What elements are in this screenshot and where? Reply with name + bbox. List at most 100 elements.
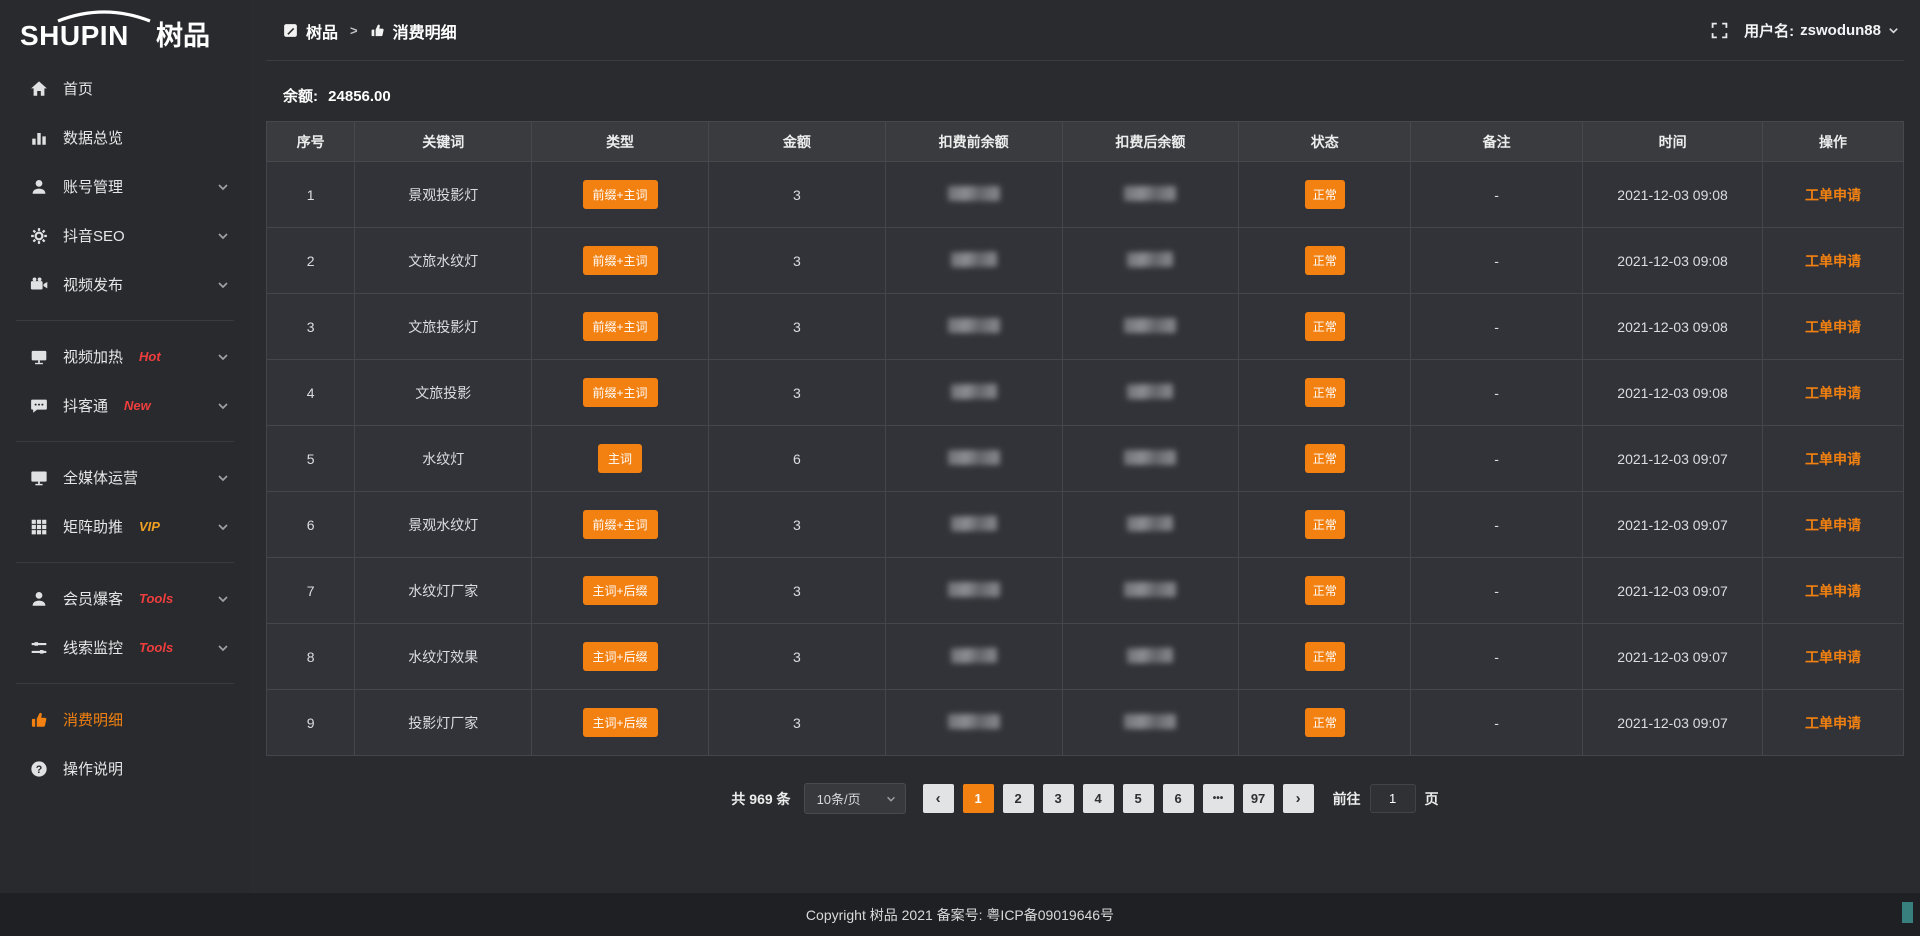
fullscreen-icon[interactable]: [1711, 22, 1728, 39]
type-cell: 主词+后缀: [532, 624, 709, 690]
page-button[interactable]: 3: [1043, 784, 1074, 813]
sidebar-item-label: 全媒体运营: [63, 467, 138, 488]
breadcrumb-app-icon: [283, 23, 298, 38]
sidebar-item[interactable]: 线索监控Tools: [0, 623, 250, 672]
prev-page-button[interactable]: ‹: [923, 784, 954, 813]
amount-cell: 3: [708, 492, 885, 558]
sidebar-item[interactable]: 数据总览: [0, 113, 250, 162]
type-badge: 主词+后缀: [583, 576, 658, 605]
work-order-link[interactable]: 工单申请: [1805, 253, 1861, 269]
remark-cell: -: [1411, 294, 1583, 360]
sidebar-item-label: 会员爆客: [63, 588, 123, 609]
goto-page: 前往 页: [1333, 784, 1439, 813]
sidebar-item[interactable]: 会员爆客Tools: [0, 574, 250, 623]
seq-cell: 4: [267, 360, 355, 426]
page-button[interactable]: 5: [1123, 784, 1154, 813]
balance-after-cell: [1062, 360, 1239, 426]
sidebar-item[interactable]: 消费明细: [0, 695, 250, 744]
action-cell: 工单申请: [1763, 228, 1904, 294]
work-order-link[interactable]: 工单申请: [1805, 517, 1861, 533]
keyword-cell: 水纹灯: [355, 426, 532, 492]
keyword-cell: 文旅水纹灯: [355, 228, 532, 294]
balance-before-cell: [885, 294, 1062, 360]
type-badge: 主词+后缀: [583, 708, 658, 737]
keyword-cell: 水纹灯厂家: [355, 558, 532, 624]
sidebar-item[interactable]: 全媒体运营: [0, 453, 250, 502]
balance-before-cell: [885, 162, 1062, 228]
action-cell: 工单申请: [1763, 426, 1904, 492]
masked-balance-before: [950, 515, 996, 531]
action-cell: 工单申请: [1763, 492, 1904, 558]
masked-balance-after: [1124, 582, 1176, 597]
status-badge: 正常: [1305, 312, 1345, 341]
work-order-link[interactable]: 工单申请: [1805, 583, 1861, 599]
work-order-link[interactable]: 工单申请: [1805, 715, 1861, 731]
table-row: 7水纹灯厂家主词+后缀3正常-2021-12-03 09:07工单申请: [267, 558, 1904, 624]
menu-tag: New: [124, 398, 151, 413]
page-button[interactable]: 97: [1243, 784, 1274, 813]
work-order-link[interactable]: 工单申请: [1805, 319, 1861, 335]
type-cell: 前缀+主词: [532, 294, 709, 360]
remark-cell: -: [1411, 426, 1583, 492]
chevron-down-icon: [216, 592, 230, 606]
balance-after-cell: [1062, 294, 1239, 360]
work-order-link[interactable]: 工单申请: [1805, 187, 1861, 203]
time-cell: 2021-12-03 09:07: [1583, 690, 1763, 756]
next-page-button[interactable]: ›: [1283, 784, 1314, 813]
keyword-cell: 景观水纹灯: [355, 492, 532, 558]
action-cell: 工单申请: [1763, 558, 1904, 624]
sidebar-item[interactable]: ?操作说明: [0, 744, 250, 793]
keyword-cell: 文旅投影: [355, 360, 532, 426]
work-order-link[interactable]: 工单申请: [1805, 649, 1861, 665]
page-size-select[interactable]: 10条/页: [804, 783, 906, 814]
sidebar-item[interactable]: 视频发布: [0, 260, 250, 309]
username-label: 用户名:: [1744, 20, 1794, 41]
seq-cell: 8: [267, 624, 355, 690]
breadcrumb: 树品 > 消费明细: [283, 19, 457, 43]
status-badge: 正常: [1305, 510, 1345, 539]
status-cell: 正常: [1239, 690, 1411, 756]
page-button[interactable]: 1: [963, 784, 994, 813]
work-order-link[interactable]: 工单申请: [1805, 385, 1861, 401]
table-header-row: 序号关键词类型金额扣费前余额扣费后余额状态备注时间操作: [267, 122, 1904, 162]
balance-label: 余额:: [283, 88, 318, 105]
sidebar-item-label: 首页: [63, 78, 93, 99]
balance-after-cell: [1062, 228, 1239, 294]
topbar-right: 用户名: zswodun88: [1711, 20, 1900, 41]
sidebar-item[interactable]: 账号管理: [0, 162, 250, 211]
amount-cell: 3: [708, 162, 885, 228]
scrollbar-artifact: [1902, 902, 1913, 923]
page-button[interactable]: 2: [1003, 784, 1034, 813]
remark-cell: -: [1411, 492, 1583, 558]
page-size-value: 10条/页: [817, 789, 861, 808]
chevron-down-icon: [1887, 24, 1900, 37]
sidebar-item[interactable]: 视频加热Hot: [0, 332, 250, 381]
seq-cell: 7: [267, 558, 355, 624]
table-row: 6景观水纹灯前缀+主词3正常-2021-12-03 09:07工单申请: [267, 492, 1904, 558]
status-badge: 正常: [1305, 180, 1345, 209]
type-badge: 前缀+主词: [583, 510, 658, 539]
sidebar-item[interactable]: 首页: [0, 64, 250, 113]
status-badge: 正常: [1305, 576, 1345, 605]
balance-before-cell: [885, 558, 1062, 624]
type-badge: 前缀+主词: [583, 312, 658, 341]
breadcrumb-separator: >: [350, 23, 358, 38]
action-cell: 工单申请: [1763, 294, 1904, 360]
user-menu[interactable]: 用户名: zswodun88: [1744, 20, 1900, 41]
menu-divider: [16, 441, 234, 442]
more-pages-button[interactable]: •••: [1203, 784, 1234, 813]
sidebar-item-label: 视频加热: [63, 346, 123, 367]
amount-cell: 6: [708, 426, 885, 492]
breadcrumb-root[interactable]: 树品: [306, 19, 338, 43]
page-button[interactable]: 6: [1163, 784, 1194, 813]
work-order-link[interactable]: 工单申请: [1805, 451, 1861, 467]
status-badge: 正常: [1305, 642, 1345, 671]
sidebar-item[interactable]: 抖音SEO: [0, 211, 250, 260]
page-button[interactable]: 4: [1083, 784, 1114, 813]
goto-page-input[interactable]: [1370, 784, 1416, 813]
masked-balance-before: [948, 186, 1000, 201]
sidebar-item[interactable]: 抖客通New: [0, 381, 250, 430]
amount-cell: 3: [708, 558, 885, 624]
balance-after-cell: [1062, 558, 1239, 624]
sidebar-item[interactable]: 矩阵助推VIP: [0, 502, 250, 551]
